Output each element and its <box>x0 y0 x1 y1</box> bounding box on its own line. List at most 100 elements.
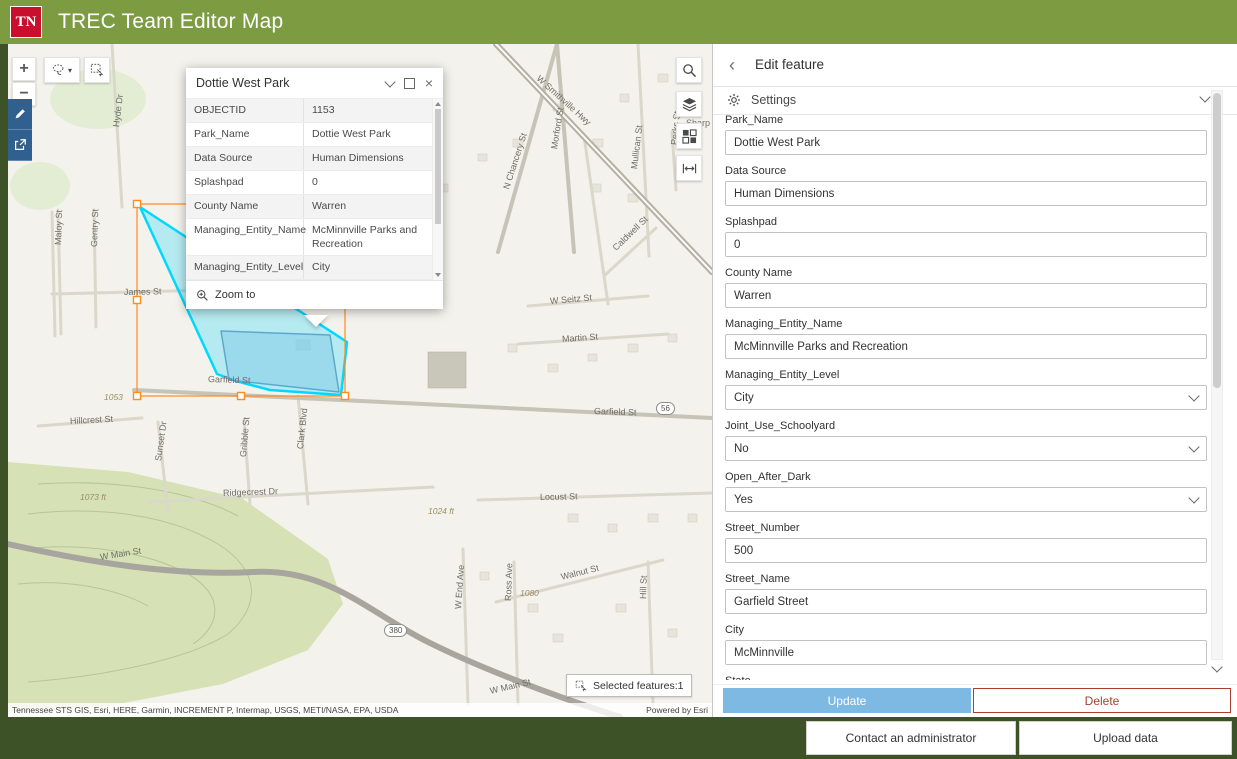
field-input[interactable] <box>725 640 1207 665</box>
form-field-city: City <box>725 624 1207 665</box>
field-select-value: No <box>734 442 749 455</box>
popup-attribute-label: Splashpad <box>186 171 304 194</box>
popup-dock-button[interactable] <box>403 77 415 89</box>
popup-titlebar[interactable]: Dottie West Park × <box>186 68 443 98</box>
field-input[interactable] <box>725 589 1207 614</box>
zoom-in-button[interactable]: + <box>12 57 36 81</box>
delete-button[interactable]: Delete <box>973 688 1231 713</box>
tn-logo: TN <box>10 6 42 38</box>
field-input[interactable] <box>725 181 1207 206</box>
upload-data-button[interactable]: Upload data <box>1019 721 1232 755</box>
popup-attribute-row: Managing_Entity_Name McMinnville Parks an… <box>186 219 443 257</box>
chevron-down-icon <box>1188 441 1200 453</box>
rectangle-select-button[interactable] <box>84 57 110 83</box>
popup-attribute-label: Data Source <box>186 147 304 170</box>
chevron-down-icon <box>384 75 396 88</box>
scroll-down-icon[interactable] <box>1211 661 1223 673</box>
form-field-data-source: Data Source <box>725 165 1207 206</box>
gear-icon <box>728 94 740 106</box>
app-header: TN TREC Team Editor Map <box>0 0 1237 44</box>
popup-collapse-button[interactable] <box>384 75 396 88</box>
popup-attribute-label: Managing_Entity_Name <box>186 219 306 256</box>
selected-features-badge: Selected features:1 <box>566 674 693 697</box>
close-icon: × <box>424 75 433 91</box>
scroll-thumb[interactable] <box>1213 93 1221 388</box>
panel-title: Edit feature <box>755 57 825 72</box>
form-field-park-name: Park_Name <box>725 114 1207 155</box>
measure-extent-icon <box>682 163 696 173</box>
form-field-splashpad: Splashpad <box>725 216 1207 257</box>
field-select[interactable]: Yes <box>725 487 1207 512</box>
popup-attribute-row: County Name Warren <box>186 195 443 219</box>
scroll-thumb[interactable] <box>435 109 441 224</box>
form-field-county-name: County Name <box>725 267 1207 308</box>
field-select-value: Yes <box>734 493 753 506</box>
popup-attribute-row: Data Source Human Dimensions <box>186 147 443 171</box>
share-export-icon <box>15 139 26 150</box>
lasso-select-icon <box>52 64 64 75</box>
form-field-joint-use-schoolyard: Joint_Use_Schoolyard No <box>725 420 1207 461</box>
layers-icon <box>682 97 696 111</box>
layers-button[interactable] <box>676 91 702 117</box>
field-input[interactable] <box>725 538 1207 563</box>
chevron-down-icon <box>1199 91 1211 103</box>
panel-scrollbar[interactable] <box>1211 90 1223 660</box>
feature-popup: Dottie West Park × OBJECTID 1153 Park_Name… <box>186 68 443 310</box>
popup-attribute-label: Park_Name <box>186 123 304 146</box>
field-select[interactable]: No <box>725 436 1207 461</box>
edit-feature-button[interactable] <box>8 99 32 130</box>
form-field-state: State <box>725 675 1207 680</box>
popup-title: Dottie West Park <box>196 76 290 90</box>
rectangle-select-icon <box>90 63 104 77</box>
settings-section-header[interactable]: Settings <box>713 86 1237 115</box>
pencil-icon <box>15 109 25 119</box>
field-label: Street_Name <box>725 573 790 585</box>
field-label: Data Source <box>725 165 787 177</box>
form-field-open-after-dark: Open_After_Dark Yes <box>725 471 1207 512</box>
panel-actions: Update Delete <box>713 684 1237 717</box>
field-input[interactable] <box>725 232 1207 257</box>
dock-icon <box>403 77 415 89</box>
measure-button[interactable] <box>676 155 702 181</box>
basemap-gallery-button[interactable] <box>676 123 702 149</box>
map-view[interactable]: Hyde Dr Maloy St Gentry St James St Garfield… <box>8 44 712 717</box>
panel-header: ‹ Edit feature <box>713 44 1237 87</box>
popup-zoom-to[interactable]: Zoom to <box>186 280 443 309</box>
contact-administrator-button[interactable]: Contact an administrator <box>806 721 1016 755</box>
zoom-to-icon <box>197 289 208 301</box>
field-input[interactable] <box>725 334 1207 359</box>
popup-attribute-label: Managing_Entity_Level <box>186 256 304 280</box>
form-field-managing-entity-name: Managing_Entity_Name <box>725 318 1207 359</box>
popup-attribute-label: OBJECTID <box>186 99 304 122</box>
map-attribution: Tennessee STS GIS, Esri, HERE, Garmin, I… <box>8 703 712 717</box>
popup-attribute-value: Dottie West Park <box>312 128 391 140</box>
popup-attribute-row: Managing_Entity_Level City <box>186 256 443 281</box>
field-input[interactable] <box>725 283 1207 308</box>
field-label: City <box>725 624 744 636</box>
update-button[interactable]: Update <box>723 688 971 713</box>
field-label: County Name <box>725 267 793 279</box>
export-button[interactable] <box>8 130 32 161</box>
field-label: Splashpad <box>725 216 777 228</box>
field-label: State <box>725 675 1207 680</box>
search-button[interactable] <box>676 57 702 83</box>
popup-close-button[interactable]: × <box>425 75 433 91</box>
chevron-down-icon <box>1188 492 1200 504</box>
field-select[interactable]: City <box>725 385 1207 410</box>
attribution-text: Tennessee STS GIS, Esri, HERE, Garmin, I… <box>12 705 399 715</box>
field-label: Managing_Entity_Level <box>725 369 840 381</box>
scroll-up-icon[interactable] <box>435 102 441 106</box>
scroll-down-icon[interactable] <box>435 273 441 278</box>
powered-by-esri: Powered by Esri <box>646 705 708 715</box>
form-field-street-number: Street_Number <box>725 522 1207 563</box>
back-button[interactable]: ‹ <box>719 52 745 78</box>
field-label: Street_Number <box>725 522 800 534</box>
select-tool-button[interactable]: ▾ <box>44 57 80 83</box>
field-input[interactable] <box>725 130 1207 155</box>
field-select-value: City <box>734 391 754 404</box>
edit-feature-panel: ‹ Edit feature Settings Park_Name Data So… <box>712 44 1237 717</box>
popup-scrollbar[interactable] <box>432 99 443 281</box>
popup-attribute-value: McMinnville Parks and Recreation <box>312 224 418 251</box>
popup-attribute-value: Human Dimensions <box>312 152 404 164</box>
editor-toolbar <box>8 99 32 161</box>
